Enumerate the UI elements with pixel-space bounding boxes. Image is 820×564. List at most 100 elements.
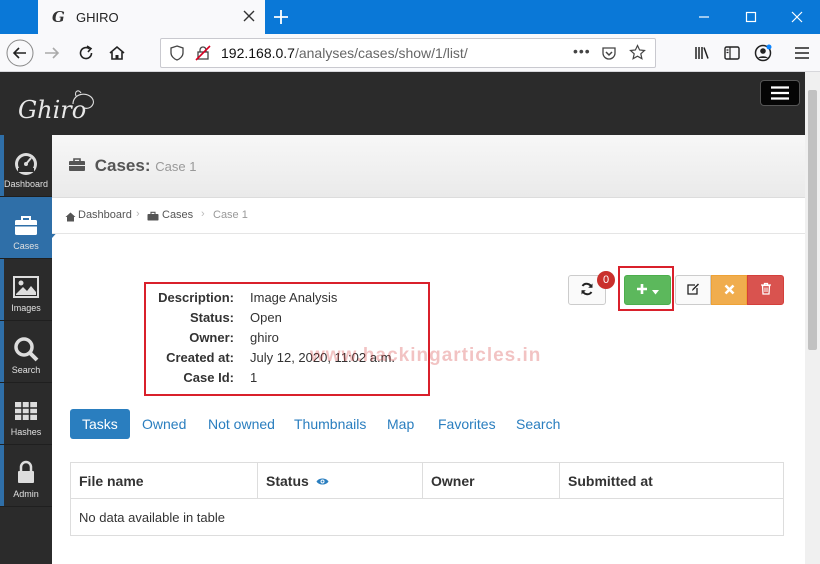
refresh-icon <box>580 282 594 299</box>
ghiro-favicon-icon: G <box>52 8 65 26</box>
empty-table-message: No data available in table <box>79 510 225 525</box>
tab-favorites[interactable]: Favorites <box>438 409 496 439</box>
sidebar-item-admin[interactable]: Admin <box>0 445 52 507</box>
column-header-label: File name <box>79 473 144 489</box>
logo-text: Ghiro <box>18 96 86 124</box>
sidebar-item-search[interactable]: Search <box>0 321 52 383</box>
watermark: www.hackingarticles.in <box>310 345 542 366</box>
delete-button[interactable] <box>747 275 784 305</box>
column-header-owner[interactable]: Owner <box>423 463 560 499</box>
back-icon[interactable] <box>6 39 34 67</box>
window-close-icon[interactable] <box>774 0 820 34</box>
app-menu-toggle[interactable] <box>760 80 800 106</box>
breadcrumb-dashboard[interactable]: Dashboard <box>78 209 132 221</box>
breadcrumb: Dashboard › Cases › Case 1 <box>52 198 805 234</box>
url-path: /analyses/cases/show/1/list/ <box>294 45 468 61</box>
scrollbar-thumb[interactable] <box>808 90 817 350</box>
column-header-label: Submitted at <box>568 473 653 489</box>
app-header: Ghiro <box>0 72 805 135</box>
home-icon <box>65 210 76 225</box>
sidebar-item-label: Search <box>11 365 41 375</box>
case-details-panel: Description: Image Analysis Status: Open… <box>144 282 430 396</box>
insecure-lock-icon[interactable] <box>195 45 211 64</box>
sidebar-item-label: Cases <box>13 241 39 251</box>
eye-icon[interactable] <box>316 473 329 489</box>
tab-thumbnails[interactable]: Thumbnails <box>294 409 366 439</box>
minimize-icon[interactable] <box>681 0 727 34</box>
breadcrumb-cases[interactable]: Cases <box>162 209 193 221</box>
shield-icon[interactable] <box>169 45 185 64</box>
briefcase-icon <box>147 209 159 224</box>
browser-tab-strip: G GHIRO <box>0 0 820 34</box>
browser-tab-title: GHIRO <box>76 9 119 25</box>
sidebar-item-hashes[interactable]: Hashes <box>0 383 52 445</box>
page-title: Cases: Case 1 <box>68 156 196 177</box>
briefcase-icon <box>68 157 86 177</box>
bookmark-star-icon[interactable] <box>629 44 646 64</box>
sidebar-toggle-icon[interactable] <box>718 39 746 67</box>
tab-search[interactable]: Search <box>516 409 560 439</box>
forward-icon[interactable] <box>38 39 66 67</box>
trash-icon <box>760 282 772 298</box>
close-tab-icon[interactable] <box>241 8 257 24</box>
breadcrumb-separator: › <box>136 208 140 220</box>
sidebar: Dashboard Cases Images Search Hashes Adm… <box>0 135 52 564</box>
pocket-icon[interactable] <box>601 45 617 64</box>
reload-icon[interactable] <box>72 39 100 67</box>
url-bar[interactable]: 192.168.0.7/analyses/cases/show/1/list/ … <box>160 38 656 68</box>
edit-icon <box>686 282 700 299</box>
table-icon <box>12 397 40 425</box>
case-field-label: Status: <box>189 310 234 325</box>
tab-map[interactable]: Map <box>387 409 414 439</box>
library-icon[interactable] <box>688 39 716 67</box>
url-text: 192.168.0.7/analyses/cases/show/1/list/ <box>221 45 468 61</box>
account-icon[interactable] <box>749 39 777 67</box>
refresh-count-badge: 0 <box>597 271 615 289</box>
sidebar-item-label: Hashes <box>10 427 42 437</box>
case-field-label: Description: <box>158 290 234 305</box>
case-field-row: Case Id: 1 <box>146 370 432 390</box>
column-header-status[interactable]: Status <box>258 463 423 499</box>
page-actions-icon[interactable]: ••• <box>573 43 591 59</box>
sidebar-item-images[interactable]: Images <box>0 259 52 321</box>
column-header-label: Owner <box>431 473 475 489</box>
column-header-file-name[interactable]: File name <box>71 463 258 499</box>
column-header-label: Status <box>266 473 309 489</box>
case-field-label: Owner: <box>189 330 234 345</box>
case-field-value: Open <box>250 310 282 325</box>
case-field-label: Case Id: <box>183 370 234 385</box>
breadcrumb-separator: › <box>201 208 205 220</box>
tab-not-owned[interactable]: Not owned <box>208 409 275 439</box>
sidebar-item-cases[interactable]: Cases <box>0 197 52 259</box>
image-icon <box>12 273 40 301</box>
case-field-row: Status: Open <box>146 310 432 330</box>
case-field-label: Created at: <box>166 350 234 365</box>
page-subtitle: Case 1 <box>155 159 197 174</box>
browser-tab[interactable]: G GHIRO <box>38 0 265 34</box>
dashboard-icon <box>12 149 40 177</box>
lock-icon <box>12 459 40 487</box>
page-heading: Cases: Case 1 <box>52 135 805 198</box>
tab-owned[interactable]: Owned <box>142 409 186 439</box>
maximize-icon[interactable] <box>728 0 774 34</box>
breadcrumb-current: Case 1 <box>213 209 248 221</box>
new-tab-icon[interactable] <box>270 6 292 28</box>
browser-toolbar: 192.168.0.7/analyses/cases/show/1/list/ … <box>0 34 820 72</box>
case-field-row: Description: Image Analysis <box>146 290 432 310</box>
tab-tasks[interactable]: Tasks <box>70 409 130 439</box>
close-icon <box>724 283 735 298</box>
add-button-highlight <box>618 266 674 311</box>
hamburger-menu-icon[interactable] <box>788 39 816 67</box>
tasks-table: File name Status Owner Submitted at No d… <box>70 462 784 536</box>
home-icon[interactable] <box>103 39 131 67</box>
ghiro-logo[interactable]: Ghiro <box>18 86 100 126</box>
column-header-submitted-at[interactable]: Submitted at <box>560 463 783 499</box>
sidebar-item-dashboard[interactable]: Dashboard <box>0 135 52 197</box>
case-field-value: Image Analysis <box>250 290 338 305</box>
close-case-button[interactable] <box>711 275 747 305</box>
case-field-value: ghiro <box>250 330 279 345</box>
sidebar-item-label: Admin <box>13 489 39 499</box>
briefcase-icon <box>12 211 40 239</box>
url-host: 192.168.0.7 <box>221 45 295 61</box>
edit-button[interactable] <box>675 275 711 305</box>
